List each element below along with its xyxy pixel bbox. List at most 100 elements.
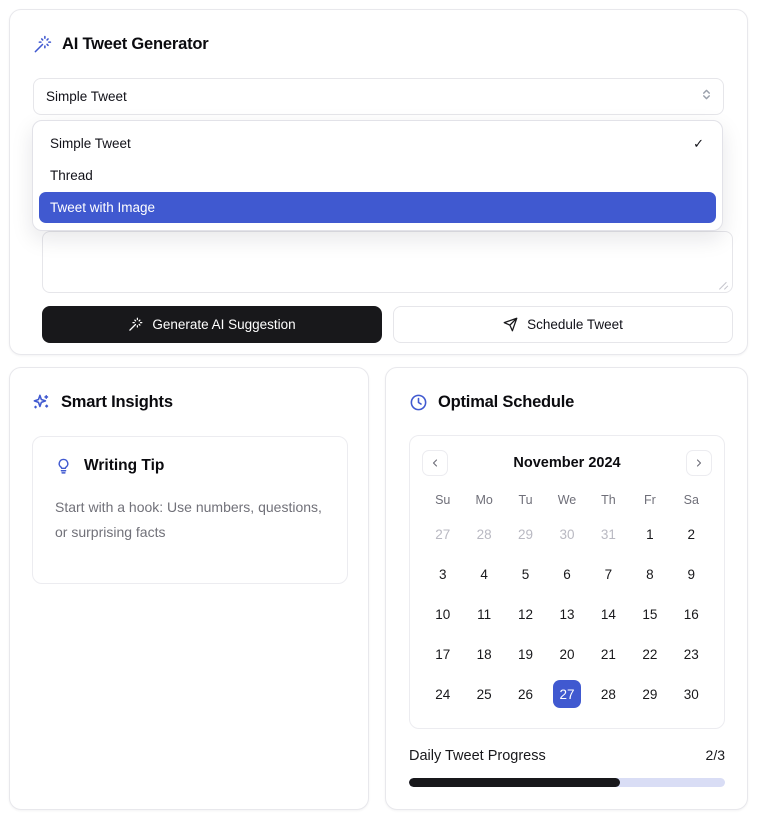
calendar-day[interactable]: 1 bbox=[636, 520, 664, 548]
insights-title: Smart Insights bbox=[61, 392, 173, 411]
calendar-day[interactable]: 18 bbox=[470, 640, 498, 668]
calendar-day[interactable]: 23 bbox=[677, 640, 705, 668]
calendar-day[interactable]: 31 bbox=[594, 520, 622, 548]
calendar-cell: 27 bbox=[546, 674, 587, 714]
calendar-day[interactable]: 4 bbox=[470, 560, 498, 588]
calendar-cell: 15 bbox=[629, 594, 670, 634]
calendar-day[interactable]: 8 bbox=[636, 560, 664, 588]
calendar-cell: 26 bbox=[505, 674, 546, 714]
calendar-day[interactable]: 29 bbox=[636, 680, 664, 708]
calendar-day[interactable]: 14 bbox=[594, 600, 622, 628]
daily-progress-fill bbox=[409, 778, 620, 787]
calendar-cell: 8 bbox=[629, 554, 670, 594]
calendar-cell: 31 bbox=[588, 514, 629, 554]
calendar-week-row: 10 11 12 13 14 15 16 bbox=[422, 594, 712, 634]
schedule-title: Optimal Schedule bbox=[438, 392, 575, 411]
calendar-day[interactable]: 27 bbox=[429, 520, 457, 548]
calendar-cell: 24 bbox=[422, 674, 463, 714]
schedule-tweet-button[interactable]: Schedule Tweet bbox=[393, 306, 733, 343]
calendar-cell: 30 bbox=[546, 514, 587, 554]
calendar-day[interactable]: 30 bbox=[553, 520, 581, 548]
calendar-day[interactable]: 25 bbox=[470, 680, 498, 708]
calendar-day-selected[interactable]: 27 bbox=[552, 680, 581, 708]
calendar-day[interactable]: 3 bbox=[429, 560, 457, 588]
weekday-label: Tu bbox=[518, 493, 533, 507]
writing-tip-header: Writing Tip bbox=[55, 457, 327, 475]
calendar-month-label: November 2024 bbox=[513, 455, 621, 471]
page-title: AI Tweet Generator bbox=[62, 34, 209, 53]
tweet-content-textarea[interactable] bbox=[42, 231, 733, 293]
daily-progress: Daily Tweet Progress 2/3 bbox=[409, 747, 725, 787]
calendar-cell: 30 bbox=[671, 674, 712, 714]
calendar-cell: 28 bbox=[463, 514, 504, 554]
generator-actions: Generate AI Suggestion Schedule Tweet bbox=[42, 306, 733, 343]
calendar-day[interactable]: 10 bbox=[429, 600, 457, 628]
calendar-cell: 7 bbox=[588, 554, 629, 594]
calendar-cell: 12 bbox=[505, 594, 546, 634]
weekday-label: We bbox=[557, 493, 577, 507]
calendar-cell: 18 bbox=[463, 634, 504, 674]
generate-ai-suggestion-button[interactable]: Generate AI Suggestion bbox=[42, 306, 382, 343]
calendar-day[interactable]: 28 bbox=[594, 680, 622, 708]
dropdown-option-thread[interactable]: Thread bbox=[39, 160, 716, 191]
weekday-label: Su bbox=[435, 493, 451, 507]
calendar-week-row: 27 28 29 30 31 1 2 bbox=[422, 514, 712, 554]
dropdown-option-tweet-with-image[interactable]: Tweet with Image bbox=[39, 192, 716, 223]
calendar-week-row: 3456789 bbox=[422, 554, 712, 594]
sparkles-icon bbox=[32, 393, 51, 412]
calendar-cell: 29 bbox=[629, 674, 670, 714]
weekday-label: Sa bbox=[683, 493, 699, 507]
calendar-day[interactable]: 5 bbox=[512, 560, 540, 588]
weekday-label: Th bbox=[601, 493, 616, 507]
calendar-cell: 23 bbox=[671, 634, 712, 674]
calendar-cell: 9 bbox=[671, 554, 712, 594]
clock-icon bbox=[409, 393, 428, 412]
send-icon bbox=[503, 317, 518, 332]
tweet-type-select[interactable]: Simple Tweet bbox=[33, 78, 724, 115]
magic-wand-icon bbox=[128, 317, 143, 332]
writing-tip-card: Writing Tip Start with a hook: Use numbe… bbox=[32, 436, 348, 584]
calendar-day[interactable]: 16 bbox=[677, 600, 705, 628]
calendar-day[interactable]: 6 bbox=[553, 560, 581, 588]
calendar-cell: 1 bbox=[629, 514, 670, 554]
tweet-type-dropdown-menu: Simple Tweet ✓ Thread Tweet with Image bbox=[32, 120, 723, 231]
calendar-grid: Su Mo Tu We Th Fr Sa 27 28 29 30 31 1 2 3 4 5 6 7 8 9… bbox=[422, 486, 712, 714]
dropdown-option-label: Tweet with Image bbox=[50, 200, 156, 215]
calendar-cell: 21 bbox=[588, 634, 629, 674]
calendar-prev-month-button[interactable] bbox=[422, 450, 448, 476]
writing-tip-body: Start with a hook: Use numbers, question… bbox=[55, 499, 322, 540]
calendar-cell: 6 bbox=[546, 554, 587, 594]
calendar-day[interactable]: 26 bbox=[512, 680, 540, 708]
schedule-header: Optimal Schedule bbox=[409, 390, 725, 414]
calendar-day[interactable]: 7 bbox=[594, 560, 622, 588]
calendar-next-month-button[interactable] bbox=[685, 450, 712, 476]
calendar-day[interactable]: 9 bbox=[677, 560, 705, 588]
calendar-cell: 19 bbox=[505, 634, 546, 674]
lightbulb-icon bbox=[55, 458, 72, 475]
calendar-day[interactable]: 15 bbox=[636, 600, 664, 628]
calendar-day[interactable]: 17 bbox=[429, 640, 457, 668]
calendar-cell: 11 bbox=[463, 594, 504, 634]
calendar-day[interactable]: 19 bbox=[512, 640, 540, 668]
calendar-day[interactable]: 22 bbox=[636, 640, 664, 668]
insights-header: Smart Insights bbox=[32, 390, 348, 414]
calendar-day[interactable]: 2 bbox=[677, 520, 705, 548]
calendar-day[interactable]: 12 bbox=[512, 600, 540, 628]
calendar-day[interactable]: 13 bbox=[553, 600, 581, 628]
check-icon: ✓ bbox=[693, 135, 704, 151]
calendar-day[interactable]: 11 bbox=[470, 600, 498, 628]
resize-handle-icon[interactable] bbox=[719, 280, 730, 291]
dropdown-option-simple-tweet[interactable]: Simple Tweet ✓ bbox=[39, 128, 716, 159]
calendar-day[interactable]: 28 bbox=[470, 520, 498, 548]
generator-header: AI Tweet Generator bbox=[33, 32, 724, 56]
calendar-day[interactable]: 30 bbox=[677, 680, 705, 708]
calendar-week-row: 24 25 26 27 28 29 30 bbox=[422, 674, 712, 714]
calendar-day[interactable]: 20 bbox=[553, 640, 581, 668]
daily-progress-bar bbox=[409, 778, 725, 787]
calendar-day[interactable]: 24 bbox=[429, 680, 457, 708]
daily-progress-label: Daily Tweet Progress bbox=[409, 748, 546, 764]
dropdown-option-label: Thread bbox=[50, 168, 93, 183]
calendar-cell: 25 bbox=[463, 674, 504, 714]
calendar-day[interactable]: 21 bbox=[594, 640, 622, 668]
calendar-day[interactable]: 29 bbox=[512, 520, 540, 548]
